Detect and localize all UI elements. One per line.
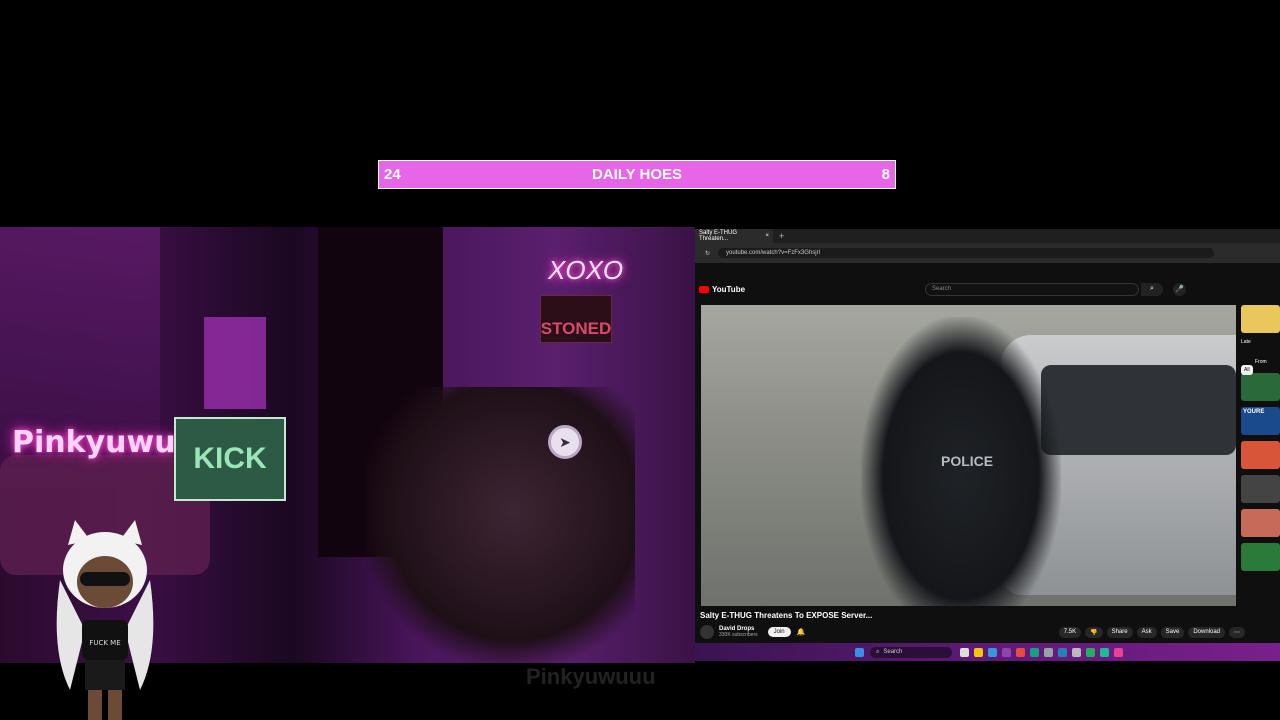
tab-bar: Salty E-THUG Threaten... × + [695,229,1280,243]
reload-icon[interactable]: ↻ [705,250,710,257]
steam-icon[interactable] [1058,647,1067,657]
app-icon[interactable] [1044,647,1053,657]
recommended-thumb[interactable] [1241,475,1280,503]
wall-canvas [204,317,266,409]
video-car-window [1041,365,1236,455]
spotify-icon[interactable] [1086,647,1095,657]
search-icon[interactable]: ⌕ [1141,282,1163,296]
youtube-logo[interactable]: YouTube [699,285,745,294]
taskbar-search[interactable]: ⌕ Search [870,646,952,658]
neon-sign-xoxo: XOXO [548,255,624,285]
url-field[interactable]: youtube.com/watch?v=FzFx3Ghsjrl [718,248,1215,258]
task-view-icon[interactable] [960,647,969,657]
search-icon: ⌕ [876,648,880,655]
ask-button[interactable]: Ask [1136,626,1157,638]
join-button[interactable]: Join [767,627,791,637]
bell-icon[interactable]: 🔔 [797,628,806,636]
video-player[interactable]: POLICE [701,305,1236,606]
channel-row: David Drops 330K subscribers Join 🔔 7.5K… [700,623,1245,641]
discord-icon[interactable] [1002,647,1011,657]
police-label: POLICE [941,453,994,469]
avatar-shirt-text: FUCK ME [89,639,120,647]
side-label-late: Late [1241,339,1251,345]
recommended-thumb[interactable] [1241,543,1280,571]
channel-info: David Drops 330K subscribers [719,626,758,638]
close-icon[interactable]: × [765,233,769,239]
streamer [365,387,635,663]
vtuber-avatar: FUCK ME [56,520,154,720]
browser-tab[interactable]: Salty E-THUG Threaten... × [695,229,773,243]
channel-watermark: Pinkyuwuuu [526,664,656,689]
app-icon[interactable] [1072,647,1081,657]
chrome-icon[interactable] [1016,647,1025,657]
goal-title: DAILY HOES [591,166,683,183]
browser-window: Salty E-THUG Threaten... × + ↻ youtube.c… [695,229,1280,661]
download-button[interactable]: Download [1188,626,1225,638]
goal-right-count: 8 [881,166,890,183]
recommended-thumb[interactable] [1241,305,1280,333]
save-button[interactable]: Save [1160,626,1185,638]
recommended-thumb-youre[interactable]: YOURE [1241,407,1280,435]
recommended-thumb[interactable] [1241,373,1280,401]
app-icon[interactable] [1100,647,1109,657]
obs-icon[interactable] [1114,647,1123,657]
video-actions: 7.5K 👎 Share Ask Save Download ⋯ [1058,626,1245,638]
neon-sign-name: Pinkyuwu [12,425,176,460]
dislike-button[interactable]: 👎 [1085,626,1103,638]
youtube-play-icon [699,285,709,293]
file-explorer-icon[interactable] [974,647,983,657]
recommended-thumb[interactable] [1241,509,1280,537]
youtube-logo-text: YouTube [712,284,746,294]
taskbar-search-label: Search [883,649,903,655]
edge-icon[interactable] [988,647,997,657]
recommendations-sidebar: Late All From YOURE [1241,305,1280,645]
windows-start-icon[interactable] [855,647,864,657]
kick-headphone-icon: ➤ [548,425,582,459]
video-title: Salty E-THUG Threatens To EXPOSE Server.… [700,611,873,620]
kick-sign: KICK [174,417,286,501]
goal-bar: 24 DAILY HOES 8 [378,160,896,189]
subscriber-count: 330K subscribers [719,632,758,638]
new-tab-button[interactable]: + [779,231,784,241]
tab-title: Salty E-THUG Threaten... [699,230,738,242]
windows-taskbar: ⌕ Search [695,643,1280,661]
mic-icon[interactable]: 🎤 [1173,282,1186,296]
like-button[interactable]: 7.5K [1058,626,1082,638]
share-button[interactable]: Share [1106,626,1133,638]
search-input[interactable]: Search [925,282,1139,296]
taskbar-icons [960,647,1123,657]
channel-avatar[interactable] [700,625,714,639]
app-icon[interactable] [1030,647,1039,657]
stoned-poster: STONED [540,295,612,343]
youtube-header: YouTube Search ⌕ 🎤 [695,279,1280,299]
address-bar-row: ↻ youtube.com/watch?v=FzFx3Ghsjrl [695,243,1280,263]
recommended-thumb[interactable] [1241,441,1280,469]
filter-chip-all[interactable]: All [1241,365,1253,375]
